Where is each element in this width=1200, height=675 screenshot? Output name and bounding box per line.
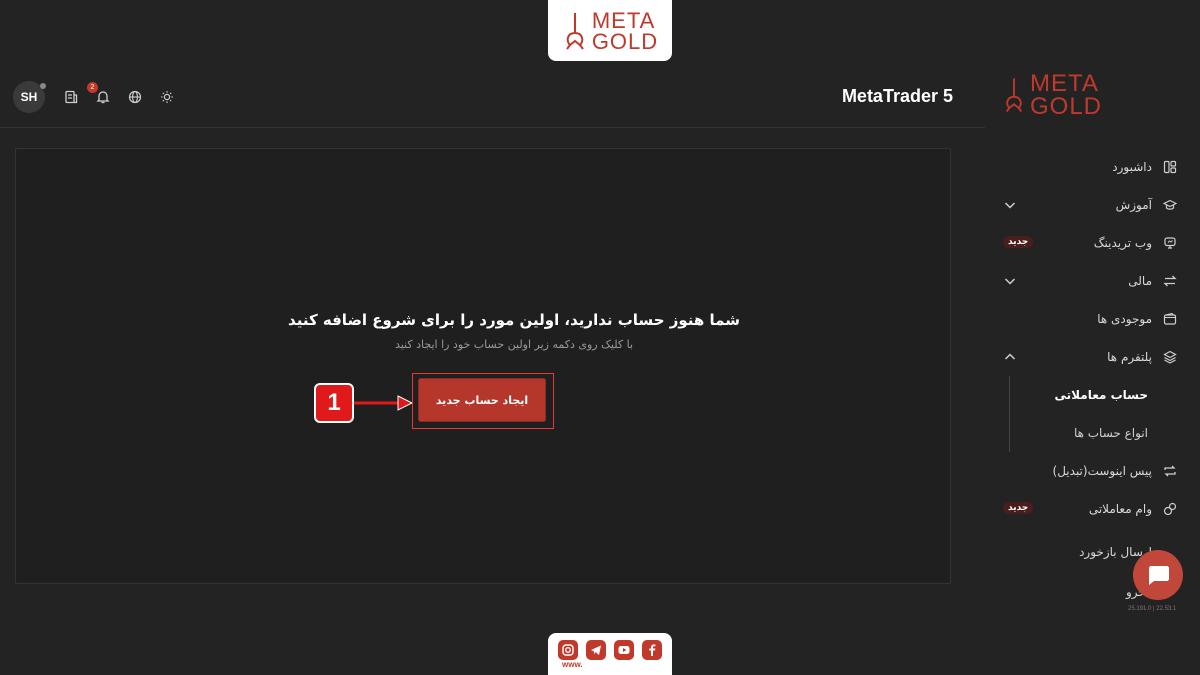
- sidebar-subitem-label: انواع حساب ها: [1073, 426, 1148, 440]
- dashboard-icon: [1162, 159, 1178, 175]
- sidebar-item-platforms[interactable]: پلتفرم ها: [995, 338, 1200, 376]
- layers-icon: [1162, 349, 1178, 365]
- header: SH 2 MetaTrader 5: [0, 70, 985, 128]
- logo-line2: GOLD: [591, 28, 659, 54]
- sidebar-item-balances[interactable]: موجودی ها: [995, 300, 1200, 338]
- website-text: www.: [562, 660, 583, 669]
- notification-bell-icon[interactable]: 2: [87, 82, 112, 106]
- sidebar-item-label: داشبورد: [1112, 160, 1152, 174]
- bottom-social-badge: www.: [548, 633, 672, 675]
- sidebar-nav: داشبورد آموزش وب تریدینگ جدید مالی موجود…: [995, 148, 1200, 528]
- logo-line2: GOLD: [1030, 93, 1103, 120]
- sidebar-item-label: پلتفرم ها: [1107, 350, 1152, 364]
- metagold-logo-icon: [566, 12, 584, 50]
- new-badge: جدید: [1003, 236, 1034, 248]
- sidebar-item-label: پیس اینوست(تبدیل): [1052, 464, 1152, 478]
- sidebar-subitem-trading-account[interactable]: حساب معاملاتی: [995, 376, 1200, 414]
- document-icon[interactable]: [62, 88, 80, 106]
- wallet-icon: [1162, 311, 1178, 327]
- chat-button[interactable]: [1133, 550, 1183, 600]
- sidebar-logo[interactable]: META GOLD: [1002, 70, 1103, 120]
- avatar[interactable]: SH: [13, 81, 46, 113]
- sidebar-item-dashboard[interactable]: داشبورد: [995, 148, 1200, 186]
- chevron-down-icon[interactable]: [1003, 198, 1017, 212]
- empty-state-subtitle: با کلیک روی دکمه زیر اولین حساب خود را ا…: [394, 338, 634, 351]
- sidebar-item-label: وب تریدینگ: [1093, 236, 1152, 250]
- globe-icon[interactable]: [126, 88, 144, 106]
- telegram-icon[interactable]: [586, 640, 606, 660]
- notification-badge: 2: [87, 82, 98, 93]
- sidebar-item-finance[interactable]: مالی: [995, 262, 1200, 300]
- sidebar-item-education[interactable]: آموزش: [995, 186, 1200, 224]
- facebook-icon[interactable]: [642, 640, 662, 660]
- create-button-highlight: ایجاد حساب جدید: [412, 373, 554, 429]
- sidebar-item-label: مالی: [1128, 274, 1152, 288]
- sidebar-item-trading-loan[interactable]: وام معاملاتی جدید: [995, 490, 1200, 528]
- app-title: MetaTrader 5: [841, 86, 953, 106]
- step-marker: 1: [314, 383, 354, 423]
- version-text: 25.191.0 | 22.53.1: [1128, 606, 1177, 612]
- create-account-button[interactable]: ایجاد حساب جدید: [418, 378, 546, 422]
- submenu-divider: [1009, 376, 1010, 452]
- sidebar-subitem-label: حساب معاملاتی: [1054, 388, 1149, 402]
- status-dot: [40, 83, 46, 89]
- new-badge: جدید: [1003, 502, 1034, 514]
- metagold-logo-icon: [1005, 78, 1023, 113]
- chat-bubble-icon: [1149, 566, 1169, 585]
- sidebar-item-web-trading[interactable]: وب تریدینگ جدید: [995, 224, 1200, 262]
- top-logo-text: META GOLD: [591, 7, 659, 54]
- sun-icon[interactable]: [158, 88, 176, 106]
- platforms-submenu: حساب معاملاتی انواع حساب ها: [995, 376, 1200, 452]
- repeat-icon: [1162, 463, 1178, 479]
- sidebar-subitem-account-types[interactable]: انواع حساب ها: [995, 414, 1200, 452]
- chevron-up-icon[interactable]: [1003, 350, 1017, 364]
- sidebar-item-pace-invest[interactable]: پیس اینوست(تبدیل): [995, 452, 1200, 490]
- sidebar-item-label: وام معاملاتی: [1088, 502, 1152, 516]
- logo-line1: META: [591, 7, 656, 33]
- sidebar-item-label: آموزش: [1115, 198, 1152, 212]
- graduation-cap-icon: [1162, 197, 1178, 213]
- monitor-icon: [1162, 235, 1178, 251]
- arrow-right-icon: [354, 395, 414, 411]
- empty-state-title: شما هنوز حساب ندارید، اولین مورد را برای…: [288, 311, 740, 329]
- instagram-icon[interactable]: [558, 640, 578, 660]
- logo-line1: META: [1030, 70, 1099, 97]
- transfer-arrows-icon: [1162, 273, 1178, 289]
- avatar-initials: SH: [20, 90, 38, 104]
- coins-icon: [1162, 501, 1178, 517]
- top-logo-badge: META GOLD: [548, 0, 672, 61]
- sidebar-item-label: موجودی ها: [1097, 312, 1152, 326]
- chevron-down-icon[interactable]: [1003, 274, 1017, 288]
- sidebar-logo-text: META GOLD: [1030, 70, 1103, 120]
- youtube-icon[interactable]: [614, 640, 634, 660]
- accounts-panel: شما هنوز حساب ندارید، اولین مورد را برای…: [15, 148, 951, 584]
